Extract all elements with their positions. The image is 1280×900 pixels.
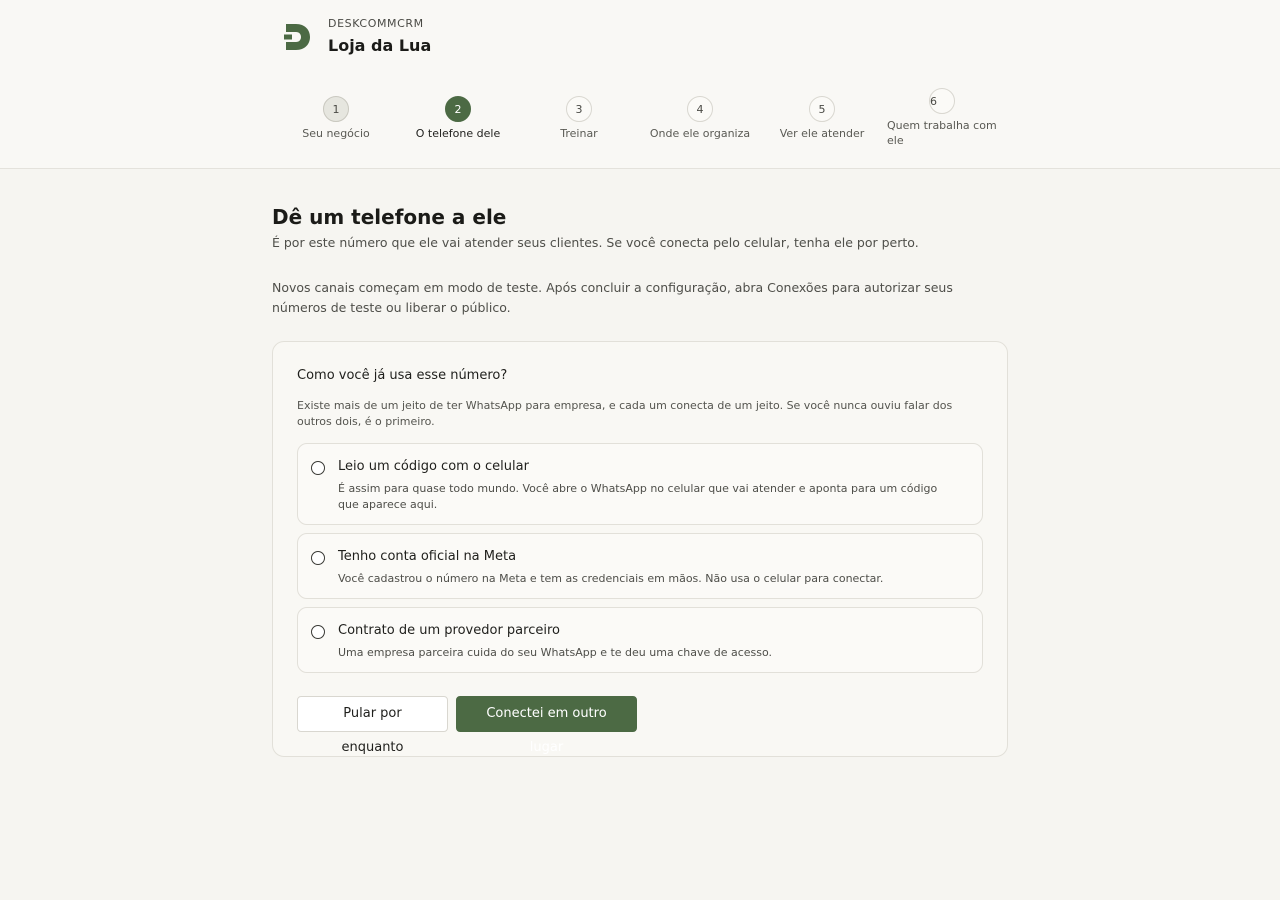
step-3-label: Treinar: [560, 127, 598, 140]
step-6[interactable]: 6 Quem trabalha com ele: [887, 88, 1003, 148]
header: DESKCOMMCRM Loja da Lua 1 Seu negócio 2 …: [0, 0, 1280, 169]
step-5-number: 5: [809, 96, 835, 122]
step-1-label: Seu negócio: [302, 127, 370, 140]
step-5-label: Ver ele atender: [779, 127, 865, 140]
option-qr-code-title: Leio um código com o celular: [338, 459, 529, 474]
store-name: Loja da Lua: [328, 36, 432, 55]
option-meta-official-title: Tenho conta oficial na Meta: [338, 549, 517, 564]
connected-elsewhere-button[interactable]: Conectei em outro lugar: [456, 696, 637, 755]
step-4[interactable]: 4 Onde ele organiza: [640, 96, 760, 141]
question-heading: Como você já usa esse número?: [297, 368, 508, 383]
onboarding-stepper: 1 Seu negócio 2 O telefone dele 3 Treina…: [276, 88, 1006, 158]
option-partner-provider-description: Uma empresa parceira cuida do seu WhatsA…: [338, 646, 773, 659]
page-subtitle: É por este número que ele vai atender se…: [272, 235, 919, 250]
step-2-number: 2: [445, 96, 471, 122]
radio-unchecked-icon[interactable]: [311, 551, 325, 565]
option-meta-official-description: Você cadastrou o número na Meta e tem as…: [338, 572, 884, 585]
deskcomm-d-logo-icon: [284, 24, 310, 50]
page-title: Dê um telefone a ele: [272, 205, 507, 229]
step-4-label: Onde ele organiza: [649, 127, 751, 140]
option-qr-code-description: É assim para quase todo mundo. Você abre…: [338, 482, 938, 511]
main-content: Dê um telefone a ele É por este número q…: [272, 204, 1008, 318]
step-6-label: Quem trabalha com ele: [887, 119, 997, 147]
step-2[interactable]: 2 O telefone dele: [398, 96, 518, 141]
question-helper: Existe mais de um jeito de ter WhatsApp …: [297, 399, 953, 428]
connection-method-card: Como você já usa esse número? Existe mai…: [272, 341, 1008, 757]
company-name: DESKCOMMCRM: [328, 17, 424, 30]
step-3[interactable]: 3 Treinar: [519, 96, 639, 141]
step-4-number: 4: [687, 96, 713, 122]
step-2-label: O telefone dele: [415, 127, 501, 140]
step-3-number: 3: [566, 96, 592, 122]
radio-unchecked-icon[interactable]: [311, 625, 325, 639]
step-5[interactable]: 5 Ver ele atender: [762, 96, 882, 141]
brand: DESKCOMMCRM Loja da Lua: [282, 17, 431, 56]
option-partner-provider[interactable]: Contrato de um provedor parceiro Uma emp…: [297, 607, 983, 673]
test-mode-notice: Novos canais começam em modo de teste. A…: [272, 280, 953, 315]
skip-button[interactable]: Pular por enquanto: [297, 696, 448, 755]
option-partner-provider-title: Contrato de um provedor parceiro: [338, 623, 560, 638]
step-1-number: 1: [323, 96, 349, 122]
radio-unchecked-icon[interactable]: [311, 461, 325, 475]
step-6-number: 6: [929, 88, 955, 114]
option-qr-code[interactable]: Leio um código com o celular É assim par…: [297, 443, 983, 525]
step-1[interactable]: 1 Seu negócio: [276, 96, 396, 141]
option-meta-official[interactable]: Tenho conta oficial na Meta Você cadastr…: [297, 533, 983, 599]
